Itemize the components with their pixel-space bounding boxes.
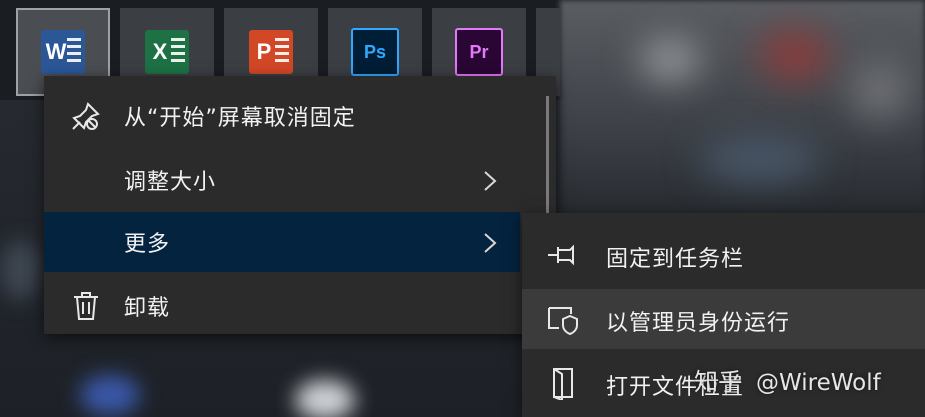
blurred-shape [640, 40, 700, 80]
submenu-item-run-as-admin[interactable]: 以管理员身份运行 [522, 289, 925, 349]
blurred-shape [700, 140, 820, 180]
trash-icon [74, 292, 98, 320]
menu-item-more[interactable]: 更多 [44, 212, 520, 272]
blurred-shape [295, 380, 355, 417]
submenu-item-label: 固定到任务栏 [606, 247, 745, 272]
chevron-right-icon [484, 233, 497, 253]
pin-icon [548, 244, 574, 266]
menu-item-label: 调整大小 [124, 170, 217, 195]
menu-item-label: 卸载 [124, 296, 171, 321]
shield-icon [548, 307, 578, 336]
context-menu: 从“开始”屏幕取消固定 调整大小 更多 卸载 [44, 76, 556, 334]
blurred-shape [850, 60, 910, 120]
unpin-icon [72, 102, 100, 130]
chevron-right-icon [484, 171, 497, 191]
watermark-handle: @WireWolf [756, 370, 881, 396]
menu-item-resize[interactable]: 调整大小 [44, 150, 520, 210]
submenu-item-label: 以管理员身份运行 [606, 311, 791, 336]
menu-item-label: 更多 [124, 232, 171, 257]
watermark-site: 知乎 [694, 368, 742, 396]
blurred-shape [80, 375, 140, 415]
word-icon: W [41, 30, 85, 74]
menu-item-unpin[interactable]: 从“开始”屏幕取消固定 [44, 86, 520, 146]
photoshop-icon: Ps [351, 28, 399, 76]
blurred-shape [0, 240, 40, 300]
premiere-icon: Pr [455, 28, 503, 76]
excel-icon: X [145, 30, 189, 74]
submenu-item-pin-taskbar[interactable]: 固定到任务栏 [522, 225, 925, 285]
menu-item-uninstall[interactable]: 卸载 [44, 276, 520, 336]
powerpoint-icon: P [249, 30, 293, 74]
watermark: 知乎 @WireWolf [694, 362, 881, 397]
folder-icon [553, 368, 573, 400]
blurred-shape [760, 30, 830, 80]
menu-item-label: 从“开始”屏幕取消固定 [124, 106, 356, 131]
